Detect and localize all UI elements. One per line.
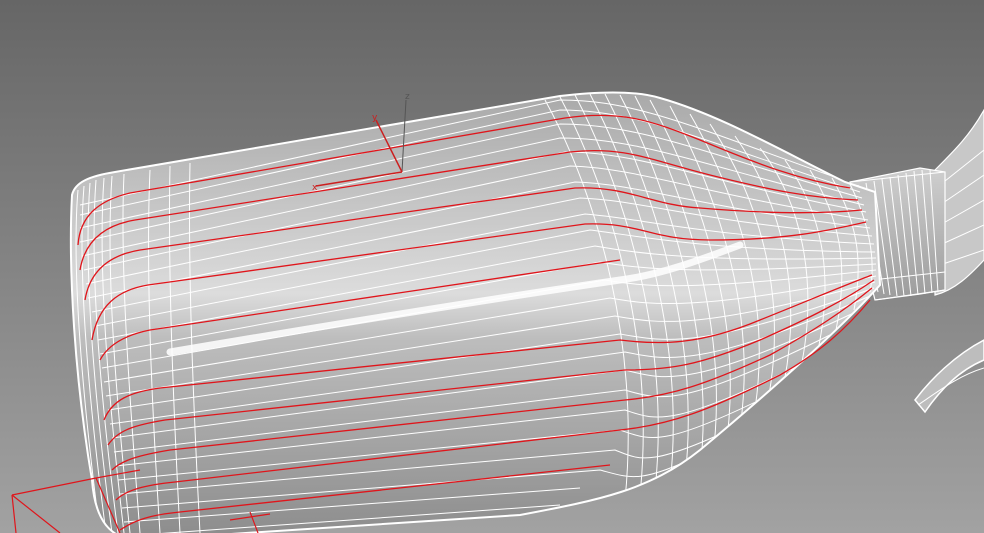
z-axis-label: z xyxy=(405,92,410,102)
x-axis-label: x xyxy=(312,183,318,193)
viewport-scene[interactable]: z y x xyxy=(0,0,984,533)
3d-viewport[interactable]: z y x xyxy=(0,0,984,533)
y-axis-label: y xyxy=(372,113,378,123)
